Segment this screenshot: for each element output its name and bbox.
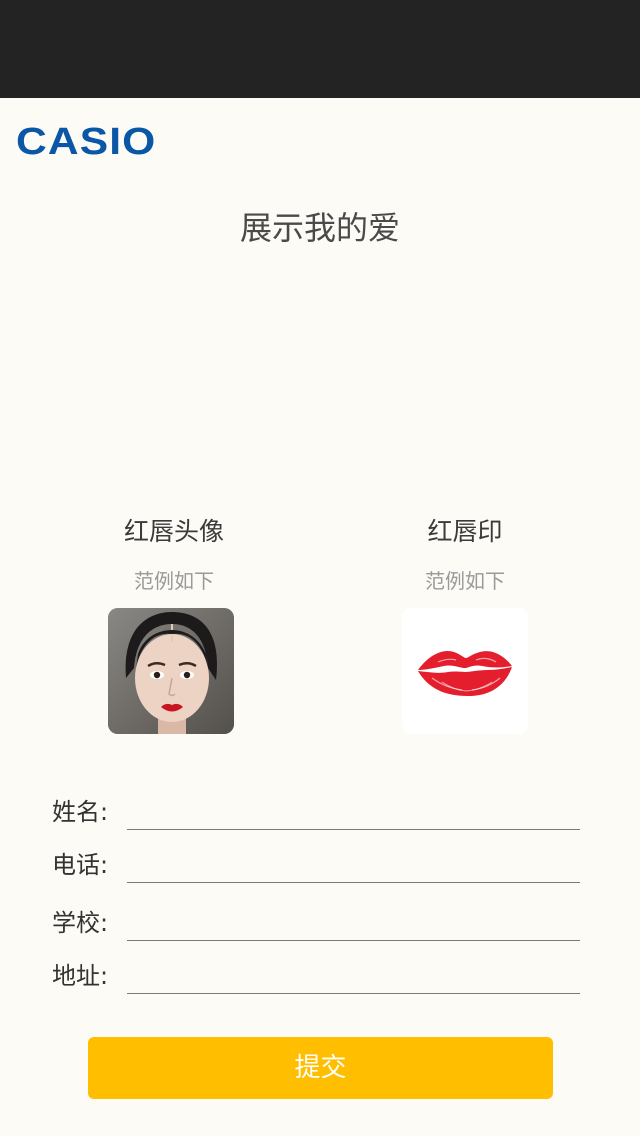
address-input[interactable] xyxy=(127,964,580,994)
page: CASIO 展示我的爱 红唇头像 范例如下 红唇印 范例如下 姓名: 电话: 学… xyxy=(0,0,640,1136)
name-input[interactable] xyxy=(127,800,580,830)
example-label: 红唇印 xyxy=(427,517,503,546)
name-field-row: 姓名: xyxy=(52,790,580,830)
example-sublabel: 范例如下 xyxy=(134,569,214,593)
phone-field-row: 电话: xyxy=(52,843,580,883)
phone-label: 电话: xyxy=(52,851,109,879)
example-red-lips-avatar: 红唇头像 范例如下 xyxy=(64,512,284,596)
school-field-row: 学校: xyxy=(52,901,580,941)
portrait-example-image xyxy=(108,608,234,734)
example-label: 红唇头像 xyxy=(123,517,224,546)
example-red-lips-print: 红唇印 范例如下 xyxy=(355,512,575,596)
school-label: 学校: xyxy=(52,909,109,937)
page-title: 展示我的爱 xyxy=(239,209,400,247)
lips-print-example-image xyxy=(402,608,528,734)
school-input[interactable] xyxy=(127,911,580,941)
example-sublabel: 范例如下 xyxy=(425,569,505,593)
phone-input[interactable] xyxy=(127,853,580,883)
top-bar xyxy=(0,0,640,98)
casio-logo: CASIO xyxy=(16,121,157,163)
submit-button[interactable]: 提交 xyxy=(88,1037,553,1099)
address-field-row: 地址: xyxy=(52,954,580,994)
name-label: 姓名: xyxy=(52,798,109,826)
address-label: 地址: xyxy=(52,962,109,990)
